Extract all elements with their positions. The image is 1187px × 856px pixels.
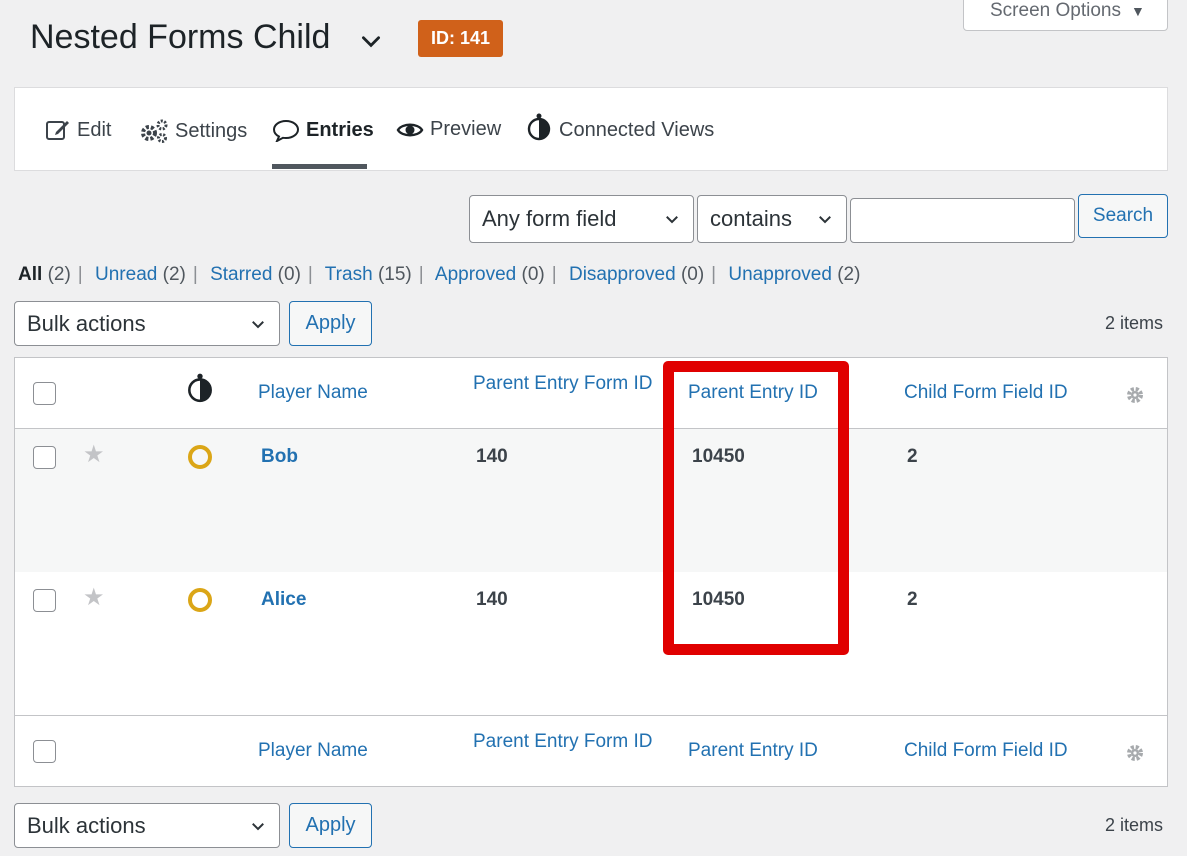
gravityview-icon: [188, 373, 212, 403]
screen-options-label: Screen Options: [990, 0, 1121, 21]
filter-all-count: (2): [47, 264, 71, 285]
apply-button-top[interactable]: Apply: [289, 301, 372, 346]
bulk-actions-select-top[interactable]: Bulk actions: [14, 301, 280, 346]
table-row: ★ Alice 140 10450 2: [15, 572, 1167, 715]
filter-approved[interactable]: Approved: [435, 264, 516, 285]
table-row: ★ Bob 140 10450 2: [15, 429, 1167, 572]
chevron-down-icon[interactable]: [358, 28, 384, 54]
filter-all[interactable]: All: [18, 264, 42, 285]
eye-icon: [396, 123, 424, 136]
chevron-down-icon: [252, 320, 264, 328]
filter-unread[interactable]: Unread: [95, 264, 157, 285]
filter-approved-count: (0): [521, 264, 545, 285]
gear-icon[interactable]: [1125, 743, 1145, 763]
apply-button-bottom[interactable]: Apply: [289, 803, 372, 848]
column-footer-player-name[interactable]: Player Name: [258, 740, 368, 762]
toolbar-entries[interactable]: Entries: [272, 118, 374, 142]
toolbar-connected-views-label: Connected Views: [559, 118, 715, 141]
caret-down-icon: ▼: [1130, 3, 1145, 19]
cell-parent-form-id: 140: [476, 589, 508, 610]
toolbar-settings-label: Settings: [175, 119, 248, 142]
search-operator-select-value: contains: [710, 206, 792, 231]
filter-starred-count: (0): [277, 264, 301, 285]
column-footer-child-form-field-id[interactable]: Child Form Field ID: [904, 740, 1068, 762]
cell-player-name[interactable]: Alice: [261, 589, 306, 611]
items-count-top: 2 items: [1105, 313, 1164, 333]
search-input[interactable]: [850, 198, 1075, 243]
search-field-select[interactable]: Any form field: [469, 195, 694, 243]
form-id-badge: ID: 141: [418, 20, 504, 57]
filter-trash[interactable]: Trash: [325, 264, 373, 285]
row-checkbox[interactable]: [33, 446, 56, 469]
search-field-select-value: Any form field: [482, 206, 617, 231]
filter-separator: |: [77, 264, 83, 285]
filter-separator: |: [307, 264, 313, 285]
filter-disapproved[interactable]: Disapproved: [569, 264, 676, 285]
toolbar-settings[interactable]: Settings: [139, 118, 247, 144]
page-title: Nested Forms Child: [30, 18, 331, 56]
bulk-actions-select-bottom[interactable]: Bulk actions: [14, 803, 280, 848]
filter-disapproved-count: (0): [680, 264, 705, 285]
star-icon[interactable]: ★: [83, 583, 105, 612]
toolbar-connected-views[interactable]: Connected Views: [525, 112, 714, 142]
gravityview-icon: [527, 113, 551, 141]
footer-divider: [15, 715, 1167, 716]
form-toolbar: Edit Settings Entries Preview Connected …: [14, 87, 1168, 171]
bulk-actions-select-value: Bulk actions: [27, 310, 146, 336]
entries-speech-bubble-icon: [272, 119, 300, 142]
chevron-down-icon: [666, 216, 678, 224]
settings-gears-icon: [141, 119, 168, 143]
cell-player-name[interactable]: Bob: [261, 446, 298, 468]
cell-child-field-id: 2: [907, 446, 918, 467]
items-count-bottom: 2 items: [1105, 815, 1164, 835]
toolbar-edit[interactable]: Edit: [45, 118, 111, 142]
unread-status-icon: [188, 588, 212, 612]
filter-separator: |: [418, 264, 424, 285]
select-all-checkbox[interactable]: [33, 382, 56, 405]
cell-parent-form-id: 140: [476, 446, 508, 467]
toolbar-preview[interactable]: Preview: [396, 118, 501, 141]
filter-separator: |: [551, 264, 557, 285]
entries-table: Player Name Parent Entry Form ID Parent …: [14, 357, 1168, 787]
chevron-down-icon: [252, 822, 264, 830]
row-checkbox[interactable]: [33, 589, 56, 612]
filter-unread-count: (2): [162, 264, 186, 285]
gear-icon[interactable]: [1125, 385, 1145, 405]
status-filters: All (2) | Unread (2) | Starred (0) | Trash …: [18, 264, 860, 286]
column-header-parent-entry-form-id[interactable]: Parent Entry Form ID: [473, 373, 653, 395]
star-icon[interactable]: ★: [83, 440, 105, 469]
column-footer-parent-entry-id[interactable]: Parent Entry ID: [688, 740, 818, 762]
bulk-actions-select-value: Bulk actions: [27, 812, 146, 838]
column-footer-parent-entry-form-id[interactable]: Parent Entry Form ID: [473, 731, 653, 753]
cell-child-field-id: 2: [907, 589, 918, 610]
toolbar-edit-label: Edit: [77, 118, 112, 141]
toolbar-preview-label: Preview: [430, 118, 502, 140]
screen-options-button[interactable]: Screen Options ▼: [963, 0, 1168, 31]
filter-trash-count: (15): [377, 264, 412, 285]
edit-icon: [46, 121, 69, 140]
column-header-child-form-field-id[interactable]: Child Form Field ID: [904, 382, 1068, 404]
filter-starred[interactable]: Starred: [210, 264, 272, 285]
search-button[interactable]: Search: [1078, 194, 1168, 238]
filter-separator: |: [192, 264, 198, 285]
select-all-checkbox-footer[interactable]: [33, 740, 56, 763]
toolbar-entries-label: Entries: [306, 118, 374, 141]
unread-status-icon: [188, 445, 212, 469]
filter-unapproved-count: (2): [837, 264, 861, 285]
active-tab-indicator: [272, 164, 367, 169]
chevron-down-icon: [819, 216, 831, 224]
search-operator-select[interactable]: contains: [697, 195, 847, 243]
column-header-player-name[interactable]: Player Name: [258, 382, 368, 404]
highlight-annotation: [663, 361, 849, 655]
filter-separator: |: [711, 264, 717, 285]
filter-unapproved[interactable]: Unapproved: [728, 264, 832, 285]
